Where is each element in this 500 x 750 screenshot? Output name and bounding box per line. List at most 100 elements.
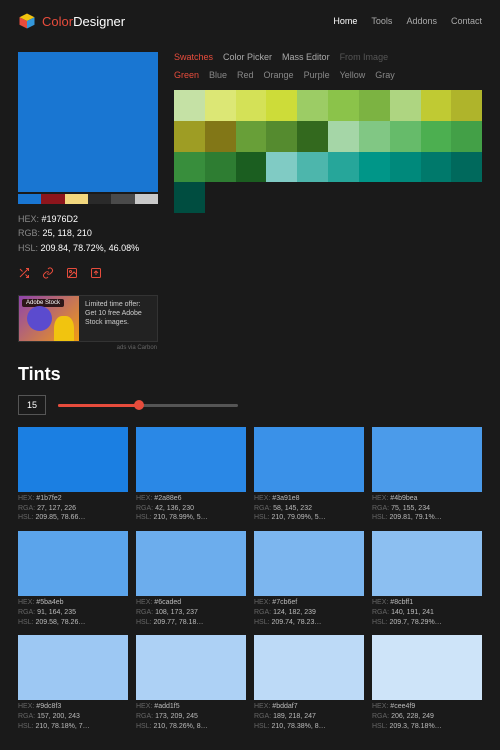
swatch[interactable] xyxy=(174,152,205,183)
ctab-green[interactable]: Green xyxy=(174,70,199,80)
ctab-blue[interactable]: Blue xyxy=(209,70,227,80)
ad-attribution: ads via Carbon xyxy=(117,345,157,351)
slider-thumb-icon[interactable] xyxy=(134,400,144,410)
palette-swatch[interactable] xyxy=(135,194,158,204)
tint-item[interactable]: HEX: #3a91e8RGA: 58, 145, 232HSL: 210, 7… xyxy=(254,427,364,523)
palette-swatch[interactable] xyxy=(41,194,64,204)
swatch[interactable] xyxy=(328,90,359,121)
palette-swatch[interactable] xyxy=(18,194,41,204)
tint-swatch[interactable] xyxy=(18,427,128,492)
logo[interactable]: ColorDesigner xyxy=(18,12,125,30)
color-preview[interactable] xyxy=(18,52,158,192)
tint-item[interactable]: HEX: #cee4f9RGA: 206, 228, 249HSL: 209.3… xyxy=(372,635,482,731)
swatch[interactable] xyxy=(359,152,390,183)
swatch[interactable] xyxy=(266,90,297,121)
tint-item[interactable]: HEX: #bddaf7RGA: 189, 218, 247HSL: 210, … xyxy=(254,635,364,731)
tint-item[interactable]: HEX: #8cbff1RGA: 140, 191, 241HSL: 209.7… xyxy=(372,531,482,627)
nav-contact[interactable]: Contact xyxy=(451,16,482,26)
ad-text: Limited time offer: Get 10 free Adobe St… xyxy=(79,296,157,341)
swatch[interactable] xyxy=(236,152,267,183)
ctab-gray[interactable]: Gray xyxy=(375,70,395,80)
palette-swatch[interactable] xyxy=(88,194,111,204)
tint-item[interactable]: HEX: #2a88e6RGA: 42, 136, 230HSL: 210, 7… xyxy=(136,427,246,523)
tint-swatch[interactable] xyxy=(18,531,128,596)
tint-swatch[interactable] xyxy=(136,635,246,700)
tint-swatch[interactable] xyxy=(254,531,364,596)
tint-item[interactable]: HEX: #4b9beaRGA: 75, 155, 234HSL: 209.81… xyxy=(372,427,482,523)
tint-item[interactable]: HEX: #add1f5RGA: 173, 209, 245HSL: 210, … xyxy=(136,635,246,731)
top-nav: Home Tools Addons Contact xyxy=(333,16,482,26)
swatch[interactable] xyxy=(421,90,452,121)
swatch-grid xyxy=(174,90,482,213)
swatch[interactable] xyxy=(205,90,236,121)
tint-item[interactable]: HEX: #5ba4ebRGA: 91, 164, 235HSL: 209.58… xyxy=(18,531,128,627)
swatch[interactable] xyxy=(266,121,297,152)
swatch[interactable] xyxy=(297,90,328,121)
swatch[interactable] xyxy=(328,152,359,183)
swatch[interactable] xyxy=(421,152,452,183)
swatch[interactable] xyxy=(236,121,267,152)
swatch[interactable] xyxy=(205,121,236,152)
rgb-label: RGB: xyxy=(18,228,40,238)
tints-heading: Tints xyxy=(18,364,482,385)
tab-color-picker[interactable]: Color Picker xyxy=(223,52,272,62)
shuffle-icon[interactable] xyxy=(18,267,30,279)
tint-item[interactable]: HEX: #1b7fe2RGA: 27, 127, 226HSL: 209.85… xyxy=(18,427,128,523)
nav-addons[interactable]: Addons xyxy=(406,16,437,26)
swatch[interactable] xyxy=(451,121,482,152)
tint-swatch[interactable] xyxy=(372,427,482,492)
nav-home[interactable]: Home xyxy=(333,16,357,26)
swatch[interactable] xyxy=(205,152,236,183)
hex-value: #1976D2 xyxy=(42,214,79,224)
nav-tools[interactable]: Tools xyxy=(371,16,392,26)
palette-strip xyxy=(18,194,158,204)
tint-swatch[interactable] xyxy=(254,635,364,700)
swatch[interactable] xyxy=(266,152,297,183)
tint-info: HEX: #add1f5RGA: 173, 209, 245HSL: 210, … xyxy=(136,702,246,731)
swatch[interactable] xyxy=(359,121,390,152)
tab-mass-editor[interactable]: Mass Editor xyxy=(282,52,330,62)
swatch[interactable] xyxy=(451,152,482,183)
swatch[interactable] xyxy=(390,121,421,152)
ctab-orange[interactable]: Orange xyxy=(264,70,294,80)
palette-swatch[interactable] xyxy=(65,194,88,204)
swatch[interactable] xyxy=(174,90,205,121)
swatch[interactable] xyxy=(390,152,421,183)
image-icon[interactable] xyxy=(66,267,78,279)
tint-info: HEX: #8cbff1RGA: 140, 191, 241HSL: 209.7… xyxy=(372,598,482,627)
swatch[interactable] xyxy=(390,90,421,121)
swatch[interactable] xyxy=(421,121,452,152)
tint-item[interactable]: HEX: #9dc8f3RGA: 157, 200, 243HSL: 210, … xyxy=(18,635,128,731)
export-icon[interactable] xyxy=(90,267,102,279)
tints-count-input[interactable]: 15 xyxy=(18,395,46,415)
tint-swatch[interactable] xyxy=(372,635,482,700)
swatch[interactable] xyxy=(328,121,359,152)
ctab-yellow[interactable]: Yellow xyxy=(340,70,366,80)
tint-item[interactable]: HEX: #6cadedRGA: 108, 173, 237HSL: 209.7… xyxy=(136,531,246,627)
swatch[interactable] xyxy=(236,90,267,121)
ctab-purple[interactable]: Purple xyxy=(304,70,330,80)
tint-swatch[interactable] xyxy=(254,427,364,492)
ad-card[interactable]: Adobe Stock Limited time offer: Get 10 f… xyxy=(18,295,158,342)
palette-swatch[interactable] xyxy=(111,194,134,204)
swatch[interactable] xyxy=(174,182,205,213)
tint-info: HEX: #9dc8f3RGA: 157, 200, 243HSL: 210, … xyxy=(18,702,128,731)
swatch[interactable] xyxy=(451,90,482,121)
hsl-label: HSL: xyxy=(18,243,38,253)
tint-swatch[interactable] xyxy=(18,635,128,700)
hsl-value: 209.84, 78.72%, 46.08% xyxy=(41,243,140,253)
swatch[interactable] xyxy=(297,121,328,152)
link-icon[interactable] xyxy=(42,267,54,279)
tint-swatch[interactable] xyxy=(136,427,246,492)
swatch[interactable] xyxy=(174,121,205,152)
tint-swatch[interactable] xyxy=(136,531,246,596)
color-info: HEX: #1976D2 RGB: 25, 118, 210 HSL: 209.… xyxy=(18,212,158,255)
tints-slider[interactable] xyxy=(58,404,238,407)
ctab-red[interactable]: Red xyxy=(237,70,254,80)
tint-item[interactable]: HEX: #7cb6efRGA: 124, 182, 239HSL: 209.7… xyxy=(254,531,364,627)
logo-cube-icon xyxy=(18,12,36,30)
tint-swatch[interactable] xyxy=(372,531,482,596)
swatch[interactable] xyxy=(359,90,390,121)
swatch[interactable] xyxy=(297,152,328,183)
tab-swatches[interactable]: Swatches xyxy=(174,52,213,62)
